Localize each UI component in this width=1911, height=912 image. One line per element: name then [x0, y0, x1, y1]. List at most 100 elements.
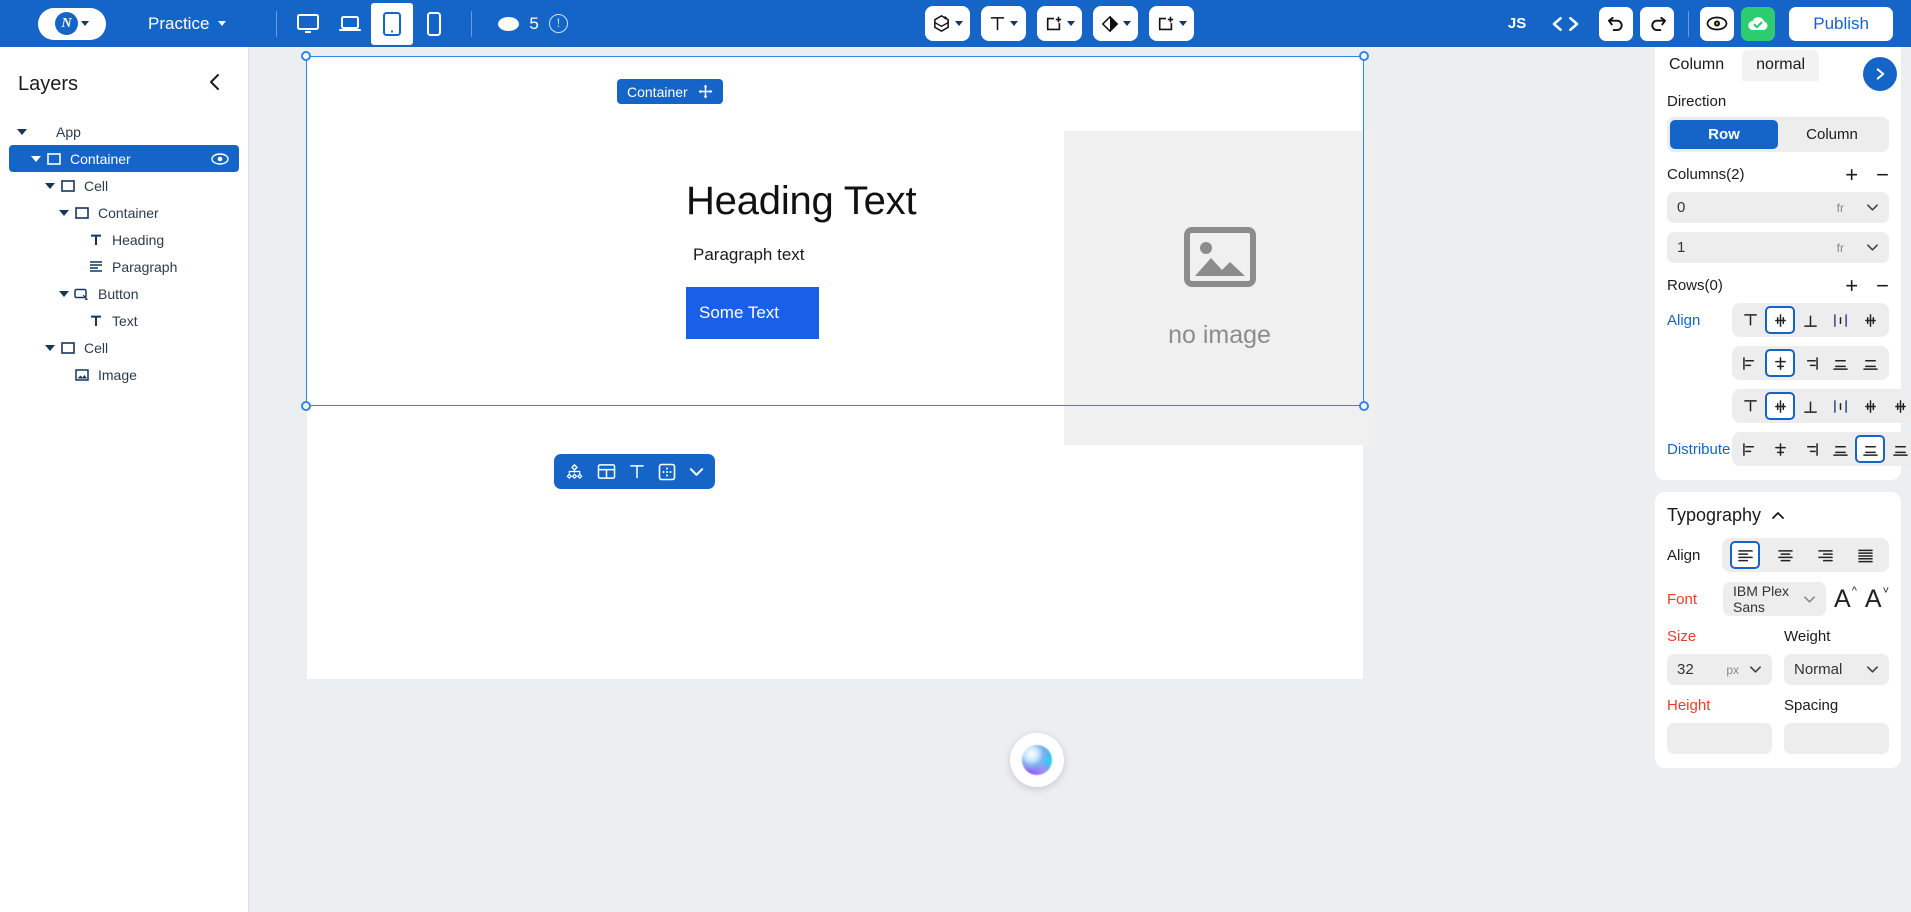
selected-element-tag[interactable]: Container [617, 79, 723, 104]
font-decrease-icon[interactable]: A ˅ [1865, 585, 1889, 614]
js-button[interactable]: JS [1495, 0, 1539, 47]
dist-right-icon[interactable] [1795, 435, 1825, 463]
font-weight-select[interactable]: Normal [1784, 654, 1889, 685]
columns-remove-button[interactable]: − [1876, 163, 1889, 185]
layer-row-text-7[interactable]: Text [0, 307, 248, 334]
direction-row-option[interactable]: Row [1670, 120, 1778, 149]
dist-left-icon[interactable] [1735, 435, 1765, 463]
info-icon[interactable]: ! [548, 14, 568, 33]
caret-icon[interactable] [56, 290, 72, 297]
layer-row-paragraph-5[interactable]: Paragraph [0, 253, 248, 280]
redo-button[interactable] [1640, 6, 1675, 41]
caret-icon[interactable] [14, 128, 30, 135]
layer-row-app-0[interactable]: App [0, 118, 248, 145]
next-panel-button[interactable] [1863, 57, 1897, 91]
typography-header[interactable]: Typography [1667, 492, 1889, 528]
font-family-select[interactable]: IBM Plex Sans [1723, 582, 1827, 616]
dist-around-icon[interactable] [1885, 392, 1911, 420]
align-baseline-icon[interactable] [1856, 306, 1886, 334]
layer-row-cell-8[interactable]: Cell [0, 334, 248, 361]
layout-columns-icon[interactable] [597, 463, 616, 480]
layer-row-image-9[interactable]: Image [0, 361, 248, 388]
tab-normal[interactable]: normal [1742, 50, 1820, 81]
tab-column[interactable]: Column [1667, 50, 1734, 81]
align-space-between-icon[interactable] [1826, 349, 1856, 377]
credits-count: 5 [529, 13, 539, 33]
dist-center-icon[interactable] [1765, 435, 1795, 463]
align-space-around-icon[interactable] [1856, 349, 1886, 377]
align-top-icon[interactable] [1735, 306, 1765, 334]
align-stretch-v-icon[interactable] [1826, 306, 1856, 334]
direction-column-option[interactable]: Column [1778, 120, 1886, 149]
device-desktop-button[interactable] [287, 2, 329, 46]
shape-add-button[interactable] [1093, 6, 1138, 41]
column-track-1[interactable]: 1 fr [1667, 232, 1889, 263]
canvas-image-placeholder[interactable]: no image [1064, 131, 1375, 445]
device-tablet-button[interactable] [371, 2, 414, 45]
publish-button[interactable]: Publish [1789, 6, 1893, 41]
text-t-icon[interactable] [629, 463, 645, 480]
component-add-button[interactable] [925, 6, 970, 41]
align-bottom-icon[interactable] [1795, 306, 1825, 334]
align-middle-icon[interactable] [1765, 306, 1796, 334]
text-align-justify-icon[interactable] [1851, 541, 1881, 569]
dist-between-h-icon[interactable] [1855, 435, 1885, 463]
rows-remove-button[interactable]: − [1876, 274, 1889, 296]
canvas-area[interactable]: Heading Text Paragraph text Some Text no… [249, 47, 1645, 912]
chevron-down-icon[interactable] [689, 467, 704, 477]
device-laptop-button[interactable] [329, 2, 371, 46]
align-left-icon[interactable] [1735, 349, 1765, 377]
chevron-left-icon[interactable] [204, 69, 226, 100]
text-align-left-icon[interactable] [1730, 541, 1761, 569]
dist-between-icon[interactable] [1855, 392, 1885, 420]
caret-icon[interactable] [28, 155, 44, 162]
layer-row-heading-4[interactable]: Heading [0, 226, 248, 253]
layer-visibility-icon[interactable] [211, 152, 229, 165]
column-track-0[interactable]: 0 fr [1667, 192, 1889, 223]
rows-add-button[interactable]: + [1845, 274, 1858, 296]
font-size-input[interactable]: 32 px [1667, 654, 1772, 685]
caret-icon[interactable] [42, 344, 58, 351]
align-center-icon[interactable] [1765, 349, 1796, 377]
column-track-1-unit: fr [1836, 240, 1844, 255]
chevron-down-icon[interactable] [1866, 199, 1879, 217]
chevron-down-icon[interactable] [1749, 661, 1762, 679]
cloud-check-icon[interactable] [1741, 6, 1776, 41]
undo-button[interactable] [1599, 6, 1634, 41]
chevron-down-icon[interactable] [1866, 661, 1879, 679]
device-mobile-button[interactable] [413, 2, 455, 46]
container-add-button[interactable] [1037, 6, 1082, 41]
letter-spacing-input[interactable] [1784, 723, 1889, 754]
dist-stretch-icon[interactable] [1825, 392, 1855, 420]
caret-icon[interactable] [56, 209, 72, 216]
code-brackets-icon[interactable] [1539, 0, 1592, 47]
text-add-button[interactable] [981, 6, 1026, 41]
columns-add-button[interactable]: + [1845, 163, 1858, 185]
dist-middle-icon[interactable] [1765, 392, 1795, 420]
chevron-down-icon[interactable] [1866, 239, 1879, 257]
layer-row-container-3[interactable]: Container [0, 199, 248, 226]
dist-even-icon[interactable] [1825, 435, 1855, 463]
canvas-heading[interactable]: Heading Text [686, 179, 917, 224]
canvas-paragraph[interactable]: Paragraph text [693, 245, 805, 265]
node-tree-icon[interactable] [565, 462, 584, 481]
project-name-dropdown[interactable]: Practice [148, 14, 227, 34]
dist-bottom-icon[interactable] [1795, 392, 1825, 420]
app-logo-button[interactable]: N [38, 7, 106, 40]
line-height-input[interactable] [1667, 723, 1772, 754]
layer-row-container-1[interactable]: Container [9, 145, 239, 172]
layer-row-cell-2[interactable]: Cell [0, 172, 248, 199]
font-increase-icon[interactable]: A ^ [1834, 585, 1857, 614]
ai-assistant-button[interactable] [1010, 733, 1064, 787]
caret-icon[interactable] [42, 182, 58, 189]
dist-top-icon[interactable] [1735, 392, 1765, 420]
layer-row-button-6[interactable]: Button [0, 280, 248, 307]
element-add-button[interactable] [1149, 6, 1194, 41]
align-right-icon[interactable] [1795, 349, 1825, 377]
dist-around-h-icon[interactable] [1885, 435, 1911, 463]
padding-box-icon[interactable] [658, 463, 676, 481]
text-align-center-icon[interactable] [1770, 541, 1800, 569]
preview-button[interactable] [1700, 6, 1735, 41]
text-align-right-icon[interactable] [1811, 541, 1841, 569]
canvas-button[interactable]: Some Text [686, 287, 819, 339]
